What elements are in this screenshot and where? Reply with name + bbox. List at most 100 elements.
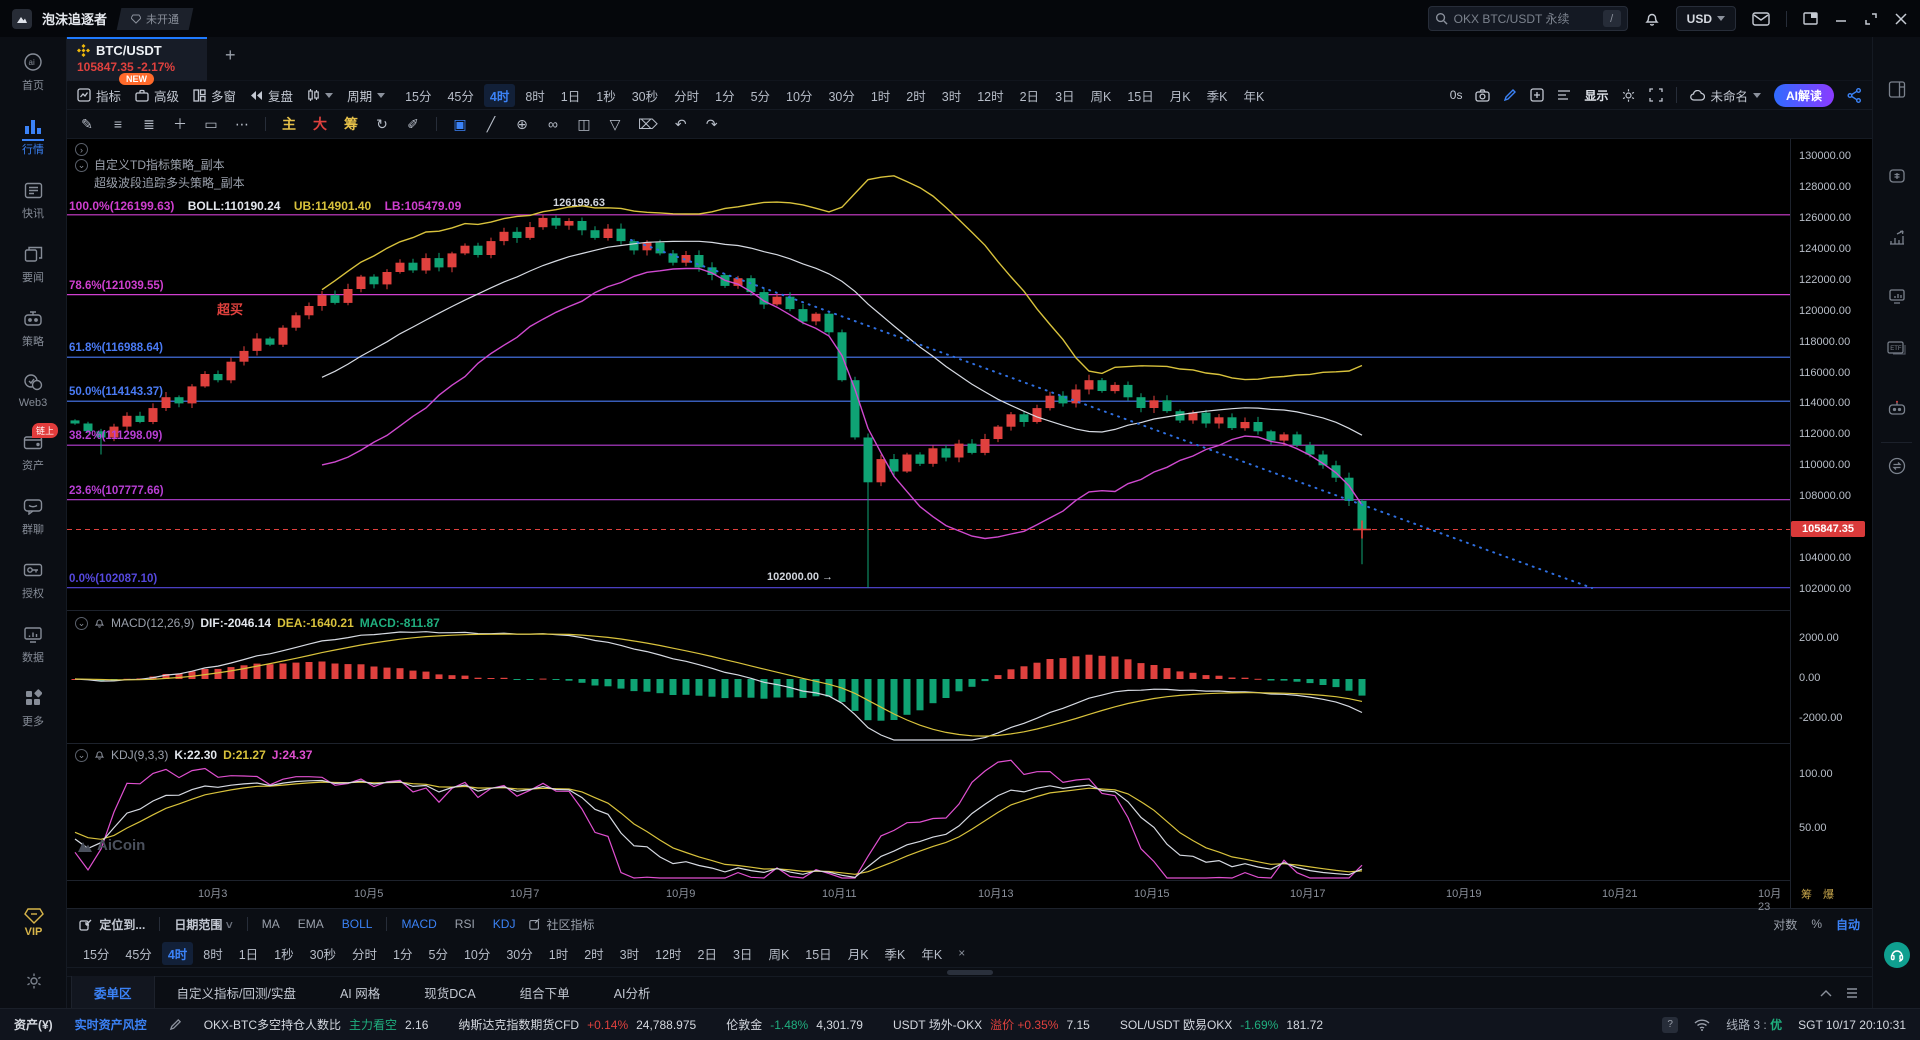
ticker-item[interactable]: 纳斯达克指数期货CFD +0.14% 24,788.975	[458, 1016, 696, 1033]
sidebar-item[interactable]: 更多	[22, 687, 44, 729]
redo-icon[interactable]: ↷	[704, 116, 720, 133]
timeframe-option[interactable]: 年K	[1237, 84, 1270, 107]
display-button[interactable]: 显示	[1584, 87, 1608, 104]
indicator-chip[interactable]: KDJ	[493, 917, 516, 931]
timeframe-option[interactable]: 1时	[543, 942, 574, 965]
locate-button[interactable]: 定位到...	[79, 916, 145, 933]
currency-select[interactable]: USD	[1676, 6, 1736, 31]
indicator-button[interactable]: 指标	[77, 86, 121, 105]
period-dropdown[interactable]: 周期	[347, 86, 385, 105]
sidebar-item[interactable]: 行情	[22, 115, 44, 157]
list-tool-icon[interactable]: ≣	[141, 116, 157, 133]
chart-area[interactable]: 78.6%(121039.55)61.8%(116988.64)50.0%(11…	[67, 139, 1872, 908]
share-icon[interactable]	[1847, 88, 1862, 103]
chevron-down-icon[interactable]: ⌄	[75, 159, 88, 172]
timeframe-option[interactable]: 2时	[578, 942, 609, 965]
add-tab-button[interactable]: +	[225, 45, 236, 66]
funnel-tool-icon[interactable]: ▽	[607, 116, 623, 133]
indicator-chip[interactable]: RSI	[455, 917, 475, 931]
timeframe-option[interactable]: 年K	[915, 942, 948, 965]
timeframe-option[interactable]: 1时	[865, 84, 896, 107]
sidebar-item[interactable]: 群聊	[22, 495, 44, 537]
timeframe-option[interactable]: 3日	[727, 942, 758, 965]
panel-tab[interactable]: 委单区	[71, 976, 155, 1009]
timeframe-option[interactable]: 15日	[1121, 84, 1159, 107]
chips-burst-icons[interactable]: 筹 爆	[1801, 886, 1838, 902]
panel-tab[interactable]: AI分析	[592, 976, 673, 1009]
bell-icon[interactable]	[1644, 11, 1660, 27]
gear-icon[interactable]	[1621, 88, 1636, 103]
help-icon[interactable]: ?	[1662, 1017, 1678, 1033]
sidebar-item[interactable]: 数据	[22, 623, 44, 665]
pattern-tool-icon[interactable]: ◫	[576, 116, 592, 133]
search-input[interactable]: OKX BTC/USDT 永续 /	[1428, 6, 1628, 31]
timeframe-option[interactable]: 分时	[346, 942, 383, 965]
timeframe-option[interactable]: 3时	[614, 942, 645, 965]
timeframe-option[interactable]: 1分	[387, 942, 418, 965]
plan-badge[interactable]: 未开通	[117, 8, 194, 30]
timeframe-option[interactable]: 1日	[555, 84, 586, 107]
drag-handle[interactable]	[947, 970, 993, 975]
timeframe-option[interactable]: 30分	[500, 942, 538, 965]
sidebar-item[interactable]: ai 首页	[22, 51, 44, 93]
panel-tab[interactable]: 组合下单	[498, 976, 592, 1009]
monitor-icon[interactable]	[1888, 287, 1906, 305]
timeframe-option[interactable]: 45分	[119, 942, 157, 965]
robot-icon[interactable]	[1887, 399, 1906, 417]
timeframe-option[interactable]: 4时	[162, 942, 193, 965]
delete-tool-icon[interactable]: ⌦	[638, 116, 658, 133]
chart-type-dropdown[interactable]	[307, 88, 333, 102]
more-tools-icon[interactable]: ⋯	[234, 116, 250, 133]
advanced-button[interactable]: 高级	[135, 86, 179, 105]
timeframe-option[interactable]: 季K	[879, 942, 912, 965]
timeframe-option[interactable]: 15日	[799, 942, 837, 965]
pencil-tool-icon[interactable]: ✎	[79, 116, 95, 133]
sidebar-item[interactable]: 策略	[22, 307, 44, 349]
timeframe-option[interactable]: 1日	[233, 942, 264, 965]
timeframe-option[interactable]: 15分	[77, 942, 115, 965]
timeframe-option[interactable]: 2时	[900, 84, 931, 107]
auto-scale-toggle[interactable]: 自动	[1836, 916, 1860, 933]
timeframe-option[interactable]: 30分	[822, 84, 860, 107]
indicator-chip[interactable]: MACD	[401, 917, 436, 931]
link-tool-icon[interactable]: ∞	[545, 116, 561, 132]
ticker-item[interactable]: SOL/USDT 欧易OKX -1.69% 181.72	[1120, 1016, 1323, 1033]
trend-icon[interactable]	[1888, 229, 1906, 247]
fullscreen-icon[interactable]	[1649, 88, 1663, 102]
camera-icon[interactable]	[1475, 89, 1490, 102]
sidebar-item[interactable]: Web3	[19, 371, 48, 409]
timeframe-option[interactable]: 10分	[780, 84, 818, 107]
trendline-tool-icon[interactable]: ╱	[483, 116, 499, 133]
chevron-down-icon[interactable]: ⌄	[75, 617, 88, 630]
indicator-chip[interactable]: EMA	[298, 917, 324, 931]
timeframe-option[interactable]: 周K	[1085, 84, 1118, 107]
draw-pencil-icon[interactable]	[1503, 88, 1517, 102]
panel-tab[interactable]: 现货DCA	[402, 976, 497, 1009]
network-line-status[interactable]: 线路 3 : 优	[1726, 1016, 1782, 1033]
ticker-item[interactable]: OKX-BTC多空持仓人数比 主力看空 2.16	[204, 1016, 429, 1033]
rectangle-tool-icon[interactable]: ▭	[203, 116, 219, 133]
timeframe-option[interactable]: 15分	[399, 84, 437, 107]
swap-icon[interactable]	[1888, 457, 1906, 475]
settings-gear-icon[interactable]	[25, 972, 43, 990]
ticker-item[interactable]: 伦敦金 -1.48% 4,301.79	[726, 1016, 863, 1033]
timeframe-option[interactable]: 8时	[519, 84, 550, 107]
sidebar-item[interactable]: 资产 链上	[22, 431, 44, 473]
timeframe-option[interactable]: 3时	[936, 84, 967, 107]
timeframe-option[interactable]: 45分	[441, 84, 479, 107]
asset-toggle[interactable]: 资产(¥)	[14, 1016, 53, 1033]
timeframe-option[interactable]: 季K	[1201, 84, 1234, 107]
risk-control-link[interactable]: 实时资产风控	[75, 1016, 147, 1033]
layout-name-dropdown[interactable]: 未命名	[1690, 86, 1761, 105]
panel-tab[interactable]: 自定义指标/回测/实盘	[155, 976, 318, 1009]
headset-support-icon[interactable]	[1884, 942, 1910, 968]
ticker-item[interactable]: USDT 场外-OKX 溢价 +0.35% 7.15	[893, 1016, 1090, 1033]
percent-scale-toggle[interactable]: %	[1811, 917, 1822, 931]
etf-icon[interactable]: ETF	[1887, 340, 1907, 356]
timeframe-option[interactable]: 2日	[692, 942, 723, 965]
timeframe-option[interactable]: 30秒	[304, 942, 342, 965]
price-axis[interactable]: 130000.00128000.00126000.00124000.001220…	[1790, 139, 1872, 908]
indicator-lines-icon[interactable]: ≡	[110, 116, 126, 132]
timeframe-option[interactable]: 1秒	[268, 942, 299, 965]
alert-bell-icon[interactable]	[94, 617, 105, 629]
